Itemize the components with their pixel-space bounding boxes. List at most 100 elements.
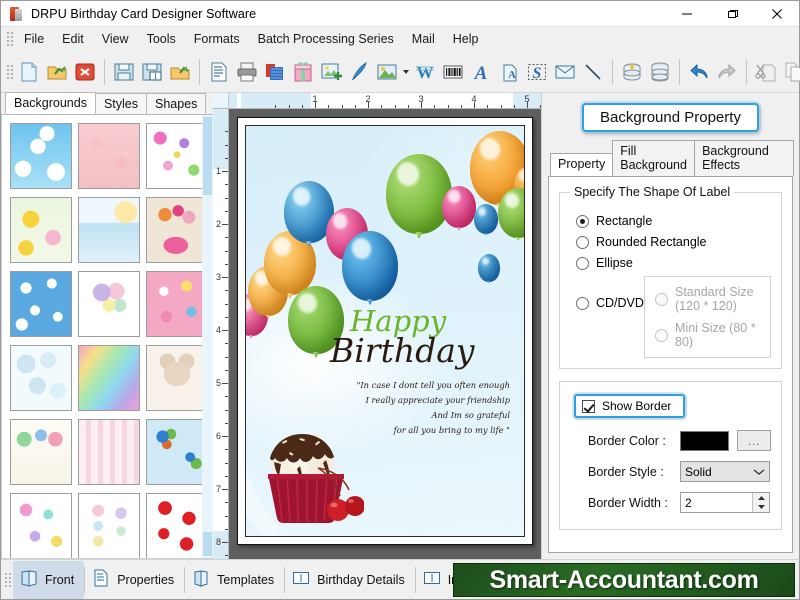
background-thumbnail-pastel-balloons[interactable] — [78, 271, 140, 337]
menu-formats[interactable]: Formats — [185, 28, 249, 50]
text-icon[interactable]: A — [467, 56, 495, 88]
background-thumbnail-clouds-sky[interactable] — [10, 123, 72, 189]
text-field-icon: I — [422, 568, 442, 591]
new-document-icon[interactable] — [15, 56, 43, 88]
menu-file[interactable]: File — [15, 28, 53, 50]
close-document-icon[interactable] — [71, 56, 99, 88]
menu-batch-processing-series[interactable]: Batch Processing Series — [249, 28, 403, 50]
border-width-value[interactable]: 2 — [685, 496, 692, 510]
background-thumbnail-bubbles[interactable] — [10, 345, 72, 411]
background-thumbnail-happy-birthday-banner[interactable] — [10, 419, 72, 485]
scrollbar-track-bottom[interactable] — [203, 532, 212, 556]
border-color-swatch[interactable] — [680, 431, 729, 451]
statusbar-grip[interactable] — [3, 571, 11, 589]
ruler-tick-minor — [461, 105, 462, 108]
minimize-button[interactable] — [664, 1, 709, 27]
background-thumbnail-pink-cake-balloons[interactable] — [146, 271, 208, 337]
backgrounds-scrollbar[interactable] — [202, 115, 213, 558]
menu-edit[interactable]: Edit — [53, 28, 93, 50]
border-style-select[interactable]: Solid — [680, 461, 770, 482]
redo-icon[interactable] — [713, 56, 741, 88]
database-stack-icon[interactable] — [646, 56, 674, 88]
ruler-tick-minor — [225, 251, 228, 252]
background-thumbnail-red-hearts[interactable] — [146, 493, 208, 559]
background-thumbnail-butterflies-flowers[interactable] — [146, 123, 208, 189]
radio-ellipse-indicator[interactable] — [576, 257, 589, 270]
pen-icon[interactable] — [345, 56, 373, 88]
spinner-up-icon[interactable] — [753, 493, 769, 503]
status-item-properties[interactable]: Properties — [85, 561, 184, 599]
export-folder-icon[interactable] — [166, 56, 194, 88]
maximize-button[interactable] — [709, 1, 754, 27]
radio-cd-dvd-indicator[interactable] — [576, 297, 589, 310]
database-icon[interactable] — [618, 56, 646, 88]
show-border-checkbox-indicator[interactable] — [582, 400, 595, 413]
background-thumbnail-balloon-bunches-sky[interactable] — [146, 419, 208, 485]
status-item-birthday-details[interactable]: I Birthday Details — [285, 561, 415, 599]
canvas-viewport[interactable]: Happy Birthday "In case I dont tell you … — [229, 109, 541, 559]
watermark-icon[interactable]: W — [411, 56, 439, 88]
tab-shapes[interactable]: Shapes — [146, 93, 206, 114]
close-button[interactable] — [754, 1, 799, 27]
background-thumbnail-pastel-balloon-columns[interactable] — [78, 493, 140, 559]
background-thumbnail-outline-hearts[interactable] — [10, 493, 72, 559]
cut-icon[interactable] — [752, 56, 780, 88]
status-item-templates[interactable]: Templates — [185, 561, 284, 599]
envelope-icon[interactable] — [551, 56, 579, 88]
horizontal-ruler: 12345 — [213, 93, 541, 109]
menubar-grip[interactable] — [5, 30, 13, 48]
toolbar-grip[interactable] — [5, 63, 13, 81]
open-folder-icon[interactable] — [43, 56, 71, 88]
background-thumbnail-winter-scene[interactable] — [78, 197, 140, 263]
background-thumbnail-yellow-daisies[interactable] — [10, 197, 72, 263]
tab-styles[interactable]: Styles — [95, 93, 147, 114]
scrollbar-thumb[interactable] — [203, 117, 212, 195]
radio-rectangle-indicator[interactable] — [576, 215, 589, 228]
card-batch-icon[interactable] — [261, 56, 289, 88]
save-as-icon[interactable]: I — [138, 56, 166, 88]
card-front-design[interactable]: Happy Birthday "In case I dont tell you … — [245, 125, 525, 537]
menu-help[interactable]: Help — [444, 28, 488, 50]
signature-icon[interactable]: S — [523, 56, 551, 88]
save-icon[interactable] — [110, 56, 138, 88]
border-width-arrows[interactable] — [752, 493, 769, 512]
page-setup-icon[interactable] — [205, 56, 233, 88]
background-thumbnail-teddy-bear[interactable] — [146, 345, 208, 411]
show-border-checkbox[interactable]: Show Border — [574, 394, 685, 418]
menu-mail[interactable]: Mail — [403, 28, 444, 50]
picture-icon[interactable] — [373, 56, 401, 88]
print-icon[interactable] — [233, 56, 261, 88]
menu-view[interactable]: View — [93, 28, 138, 50]
picture-dropdown-icon[interactable] — [401, 56, 411, 88]
status-item-front[interactable]: Front — [13, 561, 84, 599]
menu-tools[interactable]: Tools — [138, 28, 185, 50]
background-thumbnail-blue-stars[interactable] — [10, 271, 72, 337]
templates-icon — [191, 568, 211, 591]
text-frame-icon[interactable]: A — [495, 56, 523, 88]
spinner-down-icon[interactable] — [753, 503, 769, 513]
tab-fill-background[interactable]: Fill Background — [612, 140, 695, 176]
ruler-tick — [222, 330, 228, 331]
border-color-browse-button[interactable]: ... — [737, 430, 771, 451]
barcode-icon[interactable] — [439, 56, 467, 88]
card-page[interactable]: Happy Birthday "In case I dont tell you … — [237, 117, 533, 545]
ruler-tick-minor — [225, 555, 228, 556]
gift-icon[interactable] — [289, 56, 317, 88]
tab-background-effects[interactable]: Background Effects — [694, 140, 794, 176]
tab-backgrounds[interactable]: Backgrounds — [5, 92, 96, 114]
radio-ellipse[interactable]: Ellipse — [576, 256, 771, 270]
background-thumbnail-rainbow-gradient[interactable] — [78, 345, 140, 411]
background-thumbnail-pink-hearts-stripes[interactable] — [78, 419, 140, 485]
copy-icon[interactable] — [780, 56, 800, 88]
undo-icon[interactable] — [685, 56, 713, 88]
tab-property[interactable]: Property — [550, 153, 613, 176]
border-width-stepper[interactable]: 2 — [680, 492, 770, 513]
radio-rounded-rectangle[interactable]: Rounded Rectangle — [576, 235, 771, 249]
background-thumbnail-bird-balloons[interactable] — [146, 197, 208, 263]
background-thumbnail-list[interactable] — [1, 115, 213, 559]
line-icon[interactable] — [579, 56, 607, 88]
radio-rectangle[interactable]: Rectangle — [576, 214, 771, 228]
add-image-icon[interactable] — [317, 56, 345, 88]
background-thumbnail-pink-texture[interactable] — [78, 123, 140, 189]
radio-rounded-rectangle-indicator[interactable] — [576, 236, 589, 249]
